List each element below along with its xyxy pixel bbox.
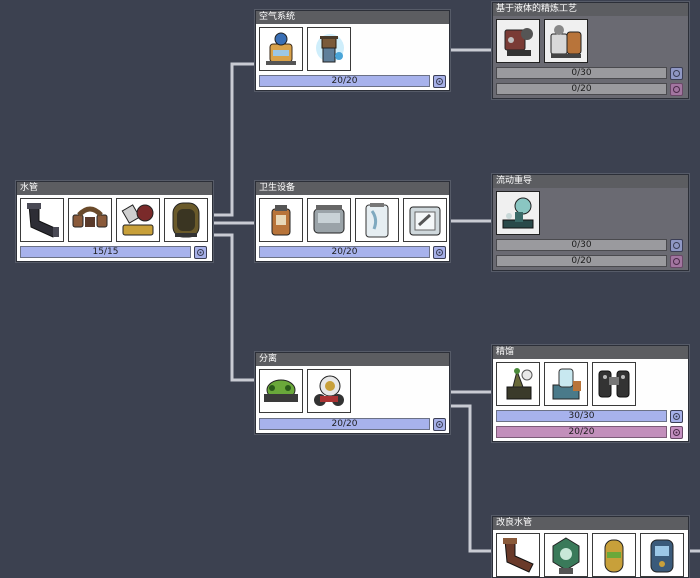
oxylite-refinery-icon[interactable] xyxy=(544,19,588,63)
research-type-icon xyxy=(433,75,446,88)
progress-text: 0/20 xyxy=(571,84,592,94)
liquid-pump-icon[interactable] xyxy=(116,198,160,242)
tech-node-air-system[interactable]: 空气系统 20/20 xyxy=(255,10,450,91)
rust-deoxidizer-icon[interactable] xyxy=(496,19,540,63)
tech-node-pipes[interactable]: 水管 15/15 xyxy=(16,181,213,262)
research-progress-bar: 30/30 xyxy=(496,410,667,422)
progress-text: 30/30 xyxy=(568,411,595,421)
liquid-filter-icon[interactable] xyxy=(592,362,636,406)
tech-node-improved-pipes[interactable]: 改良水管 xyxy=(492,516,689,578)
node-title: 精馏 xyxy=(493,346,688,359)
research-type-icon xyxy=(194,246,207,259)
progress-text: 20/20 xyxy=(568,427,595,437)
liquid-tank-icon[interactable] xyxy=(592,533,636,577)
research-progress-bar: 20/20 xyxy=(259,246,430,258)
research-progress-bar: 0/30 xyxy=(496,239,667,251)
research-progress-bar: 20/20 xyxy=(259,75,430,87)
research-type-icon xyxy=(670,67,683,80)
liquid-valve-icon[interactable] xyxy=(496,191,540,235)
ethanol-distiller-icon[interactable] xyxy=(544,362,588,406)
research-progress-bar: 20/20 xyxy=(259,418,430,430)
liquid-pipe-icon[interactable] xyxy=(20,198,64,242)
node-title: 流动重导 xyxy=(493,175,688,188)
node-title: 空气系统 xyxy=(256,11,449,24)
oxygen-diffuser-icon[interactable] xyxy=(307,27,351,71)
outhouse-icon[interactable] xyxy=(259,198,303,242)
node-title: 改良水管 xyxy=(493,517,688,530)
node-title: 卫生设备 xyxy=(256,182,449,195)
research-progress-bar-secondary: 0/20 xyxy=(496,83,667,95)
liquid-reservoir-icon[interactable] xyxy=(164,198,208,242)
shower-icon[interactable] xyxy=(355,198,399,242)
progress-text: 15/15 xyxy=(92,247,119,257)
research-type-advanced-icon xyxy=(670,255,683,268)
progress-text: 0/30 xyxy=(571,68,592,78)
progress-text: 20/20 xyxy=(331,76,358,86)
research-type-icon xyxy=(433,246,446,259)
connector-pipes-separation xyxy=(212,233,256,382)
algae-distiller-icon[interactable] xyxy=(307,369,351,413)
tech-node-distillation[interactable]: 精馏 30/30 20/20 xyxy=(492,345,689,442)
water-sieve-icon[interactable] xyxy=(259,369,303,413)
progress-text: 0/30 xyxy=(571,240,592,250)
tech-node-separation[interactable]: 分离 20/20 xyxy=(255,352,450,434)
sink-icon[interactable] xyxy=(307,198,351,242)
research-type-advanced-icon xyxy=(670,83,683,96)
research-progress-bar-secondary: 20/20 xyxy=(496,426,667,438)
liquid-bridge-icon[interactable] xyxy=(68,198,112,242)
node-title: 水管 xyxy=(17,182,212,195)
research-type-icon xyxy=(670,410,683,423)
research-type-icon xyxy=(670,239,683,252)
research-type-advanced-icon xyxy=(670,426,683,439)
progress-text: 20/20 xyxy=(331,419,358,429)
tech-node-liquid-refining[interactable]: 基于液体的精炼工艺 0/30 0/20 xyxy=(492,2,689,99)
liquid-cooler-icon[interactable] xyxy=(640,533,684,577)
connector-pipes-air xyxy=(212,62,256,217)
electrolyzer-icon[interactable] xyxy=(259,27,303,71)
research-type-icon xyxy=(433,418,446,431)
wash-basin-icon[interactable] xyxy=(403,198,447,242)
tech-node-flow-redirect[interactable]: 流动重导 0/30 0/20 xyxy=(492,174,689,271)
liquid-meter-icon[interactable] xyxy=(496,362,540,406)
research-progress-bar-secondary: 0/20 xyxy=(496,255,667,267)
progress-text: 0/20 xyxy=(571,256,592,266)
insulated-pipe-icon[interactable] xyxy=(496,533,540,577)
research-progress-bar: 0/30 xyxy=(496,67,667,79)
node-title: 基于液体的精炼工艺 xyxy=(493,3,688,16)
node-title: 分离 xyxy=(256,353,449,366)
research-progress-bar: 15/15 xyxy=(20,246,191,258)
progress-text: 20/20 xyxy=(331,247,358,257)
tech-node-sanitation[interactable]: 卫生设备 20/20 xyxy=(255,181,450,262)
connector-separation-improved xyxy=(449,404,493,553)
liquid-shutoff-icon[interactable] xyxy=(544,533,588,577)
